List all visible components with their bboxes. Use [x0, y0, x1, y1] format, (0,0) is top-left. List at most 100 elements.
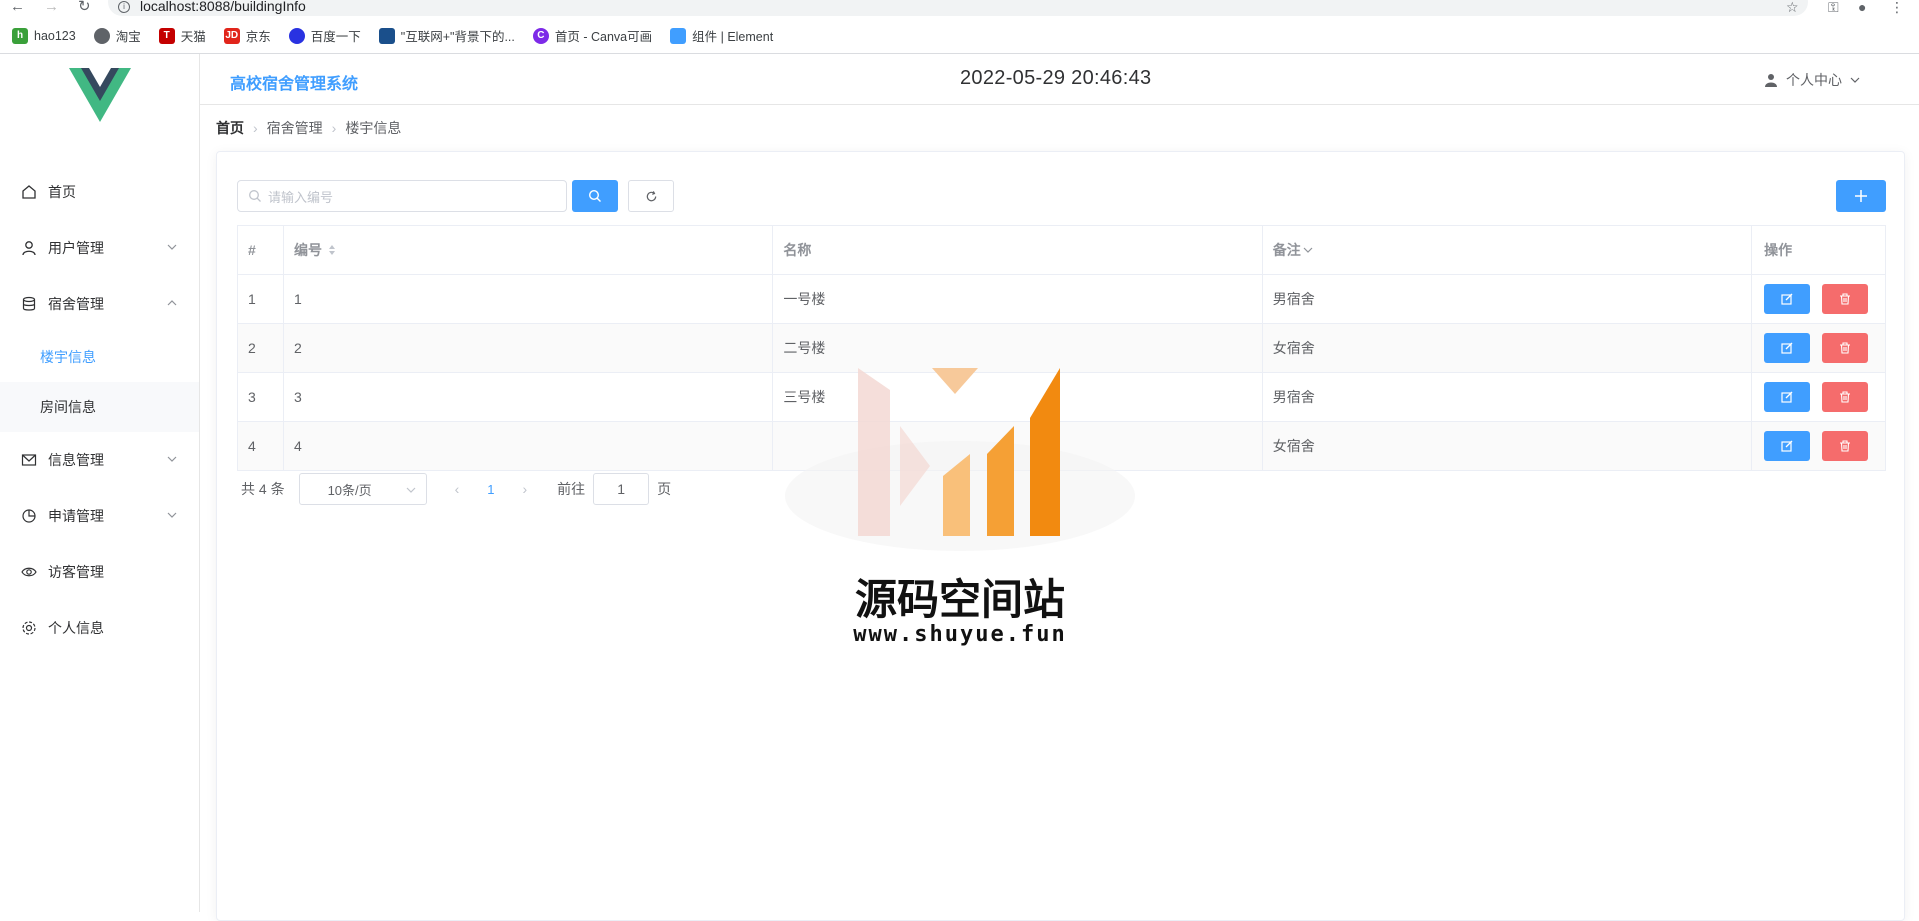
page-size-value: 10条/页: [327, 482, 372, 498]
bookmarks-bar: h hao123 淘宝 T 天猫 JD 京东 百度一下 "互联网+"背景下的..…: [0, 18, 1919, 54]
row-index: 1: [238, 275, 284, 323]
delete-button[interactable]: [1822, 333, 1869, 363]
key-icon[interactable]: ⚿: [1828, 0, 1839, 14]
row-actions: [1752, 275, 1885, 323]
browser-toolbar: ← → ↻ i localhost:8088/buildingInfo ☆ ⚿ …: [0, 0, 1919, 18]
breadcrumb-separator-icon: ›: [331, 120, 337, 136]
bookmark-label: 首页 - Canva可画: [554, 30, 653, 44]
chevron-down-icon: [406, 487, 416, 493]
menu-icon[interactable]: ⋮: [1890, 0, 1904, 14]
sidebar-item-label: 访客管理: [48, 564, 104, 580]
edit-icon: [1781, 293, 1793, 305]
goto-page-input[interactable]: 1: [593, 473, 650, 505]
goto-suffix: 页: [657, 481, 672, 497]
chevron-down-icon: [167, 456, 177, 462]
bookmark-element[interactable]: 组件 | Element: [670, 26, 773, 45]
sidebar-item-info[interactable]: 信息管理: [0, 432, 199, 488]
reset-button[interactable]: [628, 180, 674, 212]
user-center-dropdown[interactable]: 个人中心: [1764, 70, 1860, 90]
database-icon: [20, 295, 38, 313]
globe-icon: [93, 27, 110, 44]
prev-page-icon[interactable]: ‹: [455, 481, 460, 497]
bookmark-baidu[interactable]: 百度一下: [288, 26, 361, 45]
sidebar-item-label: 个人信息: [48, 620, 104, 636]
row-name: 三号楼: [773, 373, 1263, 421]
doc-icon: [378, 27, 395, 44]
profile-icon[interactable]: ●: [1858, 0, 1866, 14]
sidebar-item-users[interactable]: 用户管理: [0, 220, 199, 276]
hao123-icon: h: [12, 27, 28, 44]
bookmark-hao123[interactable]: h hao123: [12, 27, 76, 44]
edit-button[interactable]: [1764, 284, 1811, 314]
url-text[interactable]: localhost:8088/buildingInfo: [140, 0, 306, 13]
sidebar-subitem-building[interactable]: 楼宇信息: [0, 332, 199, 382]
sidebar-item-dorm[interactable]: 宿舍管理: [0, 276, 199, 332]
sidebar-menu: 首页 用户管理 宿舍管理 楼宇信息 房间信息 信息管理 申请管理 访客管理 个人…: [0, 164, 199, 656]
edit-icon: [1781, 440, 1793, 452]
delete-button[interactable]: [1822, 284, 1869, 314]
baidu-icon: [288, 27, 305, 44]
sidebar-item-home[interactable]: 首页: [0, 164, 199, 220]
bookmark-label: 淘宝: [115, 30, 141, 44]
trash-icon: [1840, 440, 1851, 452]
header-code[interactable]: 编号: [284, 226, 774, 274]
edit-button[interactable]: [1764, 333, 1811, 363]
gear-icon: [20, 619, 38, 637]
sidebar-item-label: 用户管理: [48, 240, 104, 256]
search-icon: [588, 189, 601, 202]
breadcrumb-separator-icon: ›: [253, 120, 258, 136]
next-page-icon[interactable]: ›: [522, 481, 527, 497]
row-index: 4: [238, 422, 284, 470]
chevron-down-icon: [167, 512, 177, 518]
sidebar-subitem-room[interactable]: 房间信息: [0, 382, 199, 432]
bookmark-canva[interactable]: C 首页 - Canva可画: [532, 26, 653, 45]
header-remark[interactable]: 备注: [1263, 226, 1753, 274]
sidebar-item-visitor[interactable]: 访客管理: [0, 544, 199, 600]
header-remark-label: 备注: [1272, 242, 1301, 258]
chevron-up-icon: [167, 300, 177, 306]
forward-icon[interactable]: →: [44, 0, 59, 14]
edit-button[interactable]: [1764, 431, 1811, 461]
filter-chevron-icon[interactable]: [1303, 245, 1313, 255]
add-button[interactable]: [1836, 180, 1886, 212]
bookmark-label: 京东: [245, 30, 271, 44]
star-icon[interactable]: ☆: [1786, 0, 1799, 14]
row-code: 1: [284, 275, 774, 323]
info-icon[interactable]: i: [118, 1, 130, 13]
chevron-down-icon: [1850, 77, 1860, 83]
sidebar-item-apply[interactable]: 申请管理: [0, 488, 199, 544]
edit-icon: [1781, 391, 1793, 403]
sidebar-item-label: 首页: [48, 184, 76, 200]
breadcrumb-home[interactable]: 首页: [216, 118, 244, 138]
search-input[interactable]: 请输入编号: [237, 180, 567, 212]
back-icon[interactable]: ←: [10, 0, 25, 14]
edit-button[interactable]: [1764, 382, 1811, 412]
search-button[interactable]: [572, 180, 618, 212]
table-row: 2 2 二号楼 女宿舍: [238, 324, 1885, 373]
delete-button[interactable]: [1822, 382, 1869, 412]
bookmark-label: 百度一下: [310, 30, 361, 44]
header-name: 名称: [773, 226, 1263, 274]
search-icon: [249, 190, 261, 202]
table-row: 3 3 三号楼 男宿舍: [238, 373, 1885, 422]
page-size-select[interactable]: 10条/页: [298, 473, 427, 505]
app-root: 首页 用户管理 宿舍管理 楼宇信息 房间信息 信息管理 申请管理 访客管理 个人…: [0, 54, 1919, 921]
page-number[interactable]: 1: [487, 482, 494, 497]
search-placeholder: 请输入编号: [268, 189, 334, 205]
sidebar-item-label: 信息管理: [48, 452, 104, 468]
sidebar-item-label: 申请管理: [48, 508, 104, 524]
plus-icon: [1855, 190, 1867, 202]
refresh-icon: [646, 190, 656, 201]
home-icon: [20, 183, 38, 201]
bookmark-taobao[interactable]: 淘宝: [93, 26, 141, 45]
address-bar[interactable]: [108, 0, 1808, 16]
sidebar-item-profile[interactable]: 个人信息: [0, 600, 199, 656]
delete-button[interactable]: [1822, 431, 1869, 461]
bookmark-tmall[interactable]: T 天猫: [158, 26, 206, 45]
bookmark-doc[interactable]: "互联网+"背景下的...: [378, 26, 515, 45]
sort-icon[interactable]: [328, 244, 336, 256]
bookmark-jd[interactable]: JD 京东: [223, 26, 271, 45]
breadcrumb-building: 楼宇信息: [345, 120, 402, 136]
reload-icon[interactable]: ↻: [78, 0, 91, 14]
header-code-label: 编号: [293, 242, 322, 258]
